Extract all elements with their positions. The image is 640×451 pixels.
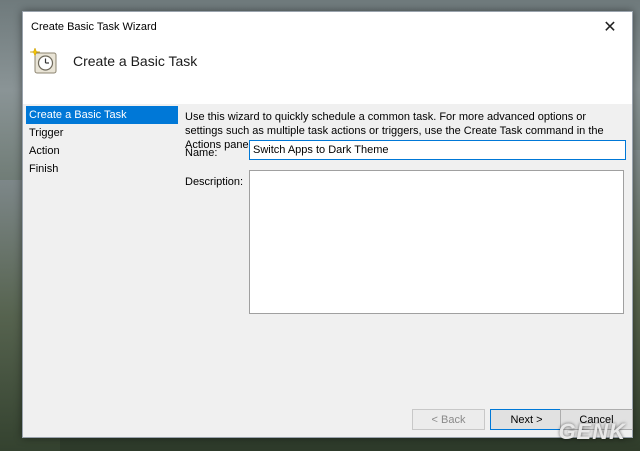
step-trigger[interactable]: Trigger bbox=[26, 124, 178, 142]
watermark-logo: GENK bbox=[558, 419, 626, 444]
wizard-header: Create a Basic Task bbox=[23, 42, 632, 104]
description-field[interactable] bbox=[249, 170, 624, 314]
step-list: Create a Basic Task Trigger Action Finis… bbox=[26, 106, 178, 178]
wizard-body: Create a Basic Task Trigger Action Finis… bbox=[23, 104, 633, 437]
task-scheduler-icon bbox=[30, 47, 57, 74]
close-icon[interactable]: ✕ bbox=[588, 12, 632, 42]
step-action[interactable]: Action bbox=[26, 142, 178, 160]
page-title: Create a Basic Task bbox=[73, 53, 198, 69]
name-field[interactable] bbox=[249, 140, 626, 160]
description-label: Description: bbox=[185, 176, 244, 188]
step-finish[interactable]: Finish bbox=[26, 160, 178, 178]
window-title: Create Basic Task Wizard bbox=[31, 21, 157, 33]
back-button[interactable]: < Back bbox=[412, 409, 485, 430]
next-button[interactable]: Next > bbox=[490, 409, 563, 430]
name-label: Name: bbox=[185, 147, 218, 159]
title-bar: Create Basic Task Wizard ✕ bbox=[23, 12, 632, 42]
wizard-window: Create Basic Task Wizard ✕ Create a Basi… bbox=[22, 11, 633, 438]
step-create-basic-task[interactable]: Create a Basic Task bbox=[26, 106, 178, 124]
